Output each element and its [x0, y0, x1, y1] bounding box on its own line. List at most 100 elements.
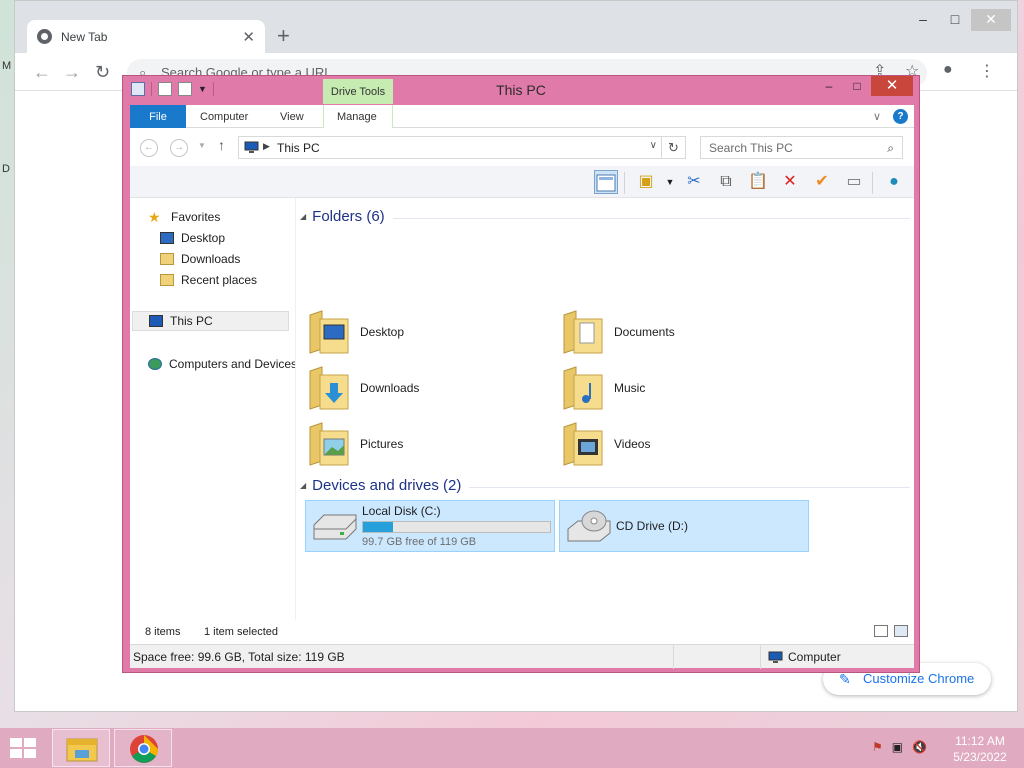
folder-music[interactable]: Music	[562, 362, 645, 414]
back-arrow-icon[interactable]: ←	[33, 62, 51, 83]
rename-icon[interactable]: ✔	[810, 170, 834, 194]
desktop-icon	[160, 232, 174, 244]
collapse-arrow-icon[interactable]: ◢	[300, 481, 306, 490]
drive-c-usage-fill	[363, 522, 393, 532]
folders-group-label: Folders (6)	[312, 208, 385, 225]
expand-ribbon-icon[interactable]: ∨	[873, 110, 881, 123]
drive-c-free-space: 99.7 GB free of 119 GB	[362, 536, 477, 548]
search-input[interactable]: Search This PC ⌕	[700, 136, 903, 159]
explorer-window: ▼ Drive Tools This PC – □ ✕ File Compute…	[122, 75, 920, 673]
properties-icon[interactable]: ▭	[842, 170, 866, 194]
nav-recent-places[interactable]: Recent places	[160, 270, 295, 290]
taskbar-file-explorer[interactable]	[52, 729, 110, 767]
tab-manage[interactable]: Manage	[337, 105, 377, 128]
folder-documents[interactable]: Documents	[562, 306, 675, 358]
profile-avatar-icon[interactable]: ●	[943, 61, 953, 79]
cut-icon[interactable]: ✂	[682, 170, 706, 194]
recent-places-icon	[160, 274, 174, 286]
network-globe-icon[interactable]: ●	[882, 170, 906, 194]
minimize-button[interactable]: –	[815, 76, 843, 96]
maximize-button[interactable]: □	[939, 9, 971, 31]
nav-network-label: Computers and Devices	[169, 357, 295, 371]
explorer-content: ★ Favorites Desktop Downloads Recent pla…	[130, 198, 914, 620]
nav-desktop[interactable]: Desktop	[160, 228, 295, 248]
hard-drive-icon	[313, 514, 357, 540]
action-center-flag-icon[interactable]: ⚑	[872, 740, 883, 754]
devices-group-header[interactable]: ◢ Devices and drives (2)	[300, 477, 910, 494]
paste-icon[interactable]: 📋	[746, 170, 770, 194]
network-status-icon[interactable]: ▣	[892, 740, 903, 754]
desktop-folder-icon	[309, 310, 349, 354]
drive-c-usage-bar	[362, 521, 551, 533]
close-button[interactable]: ✕	[971, 9, 1011, 31]
tab-view[interactable]: View	[280, 105, 304, 128]
volume-muted-icon[interactable]: 🔇	[912, 740, 927, 754]
group-divider	[392, 217, 910, 219]
forward-button[interactable]: →	[170, 139, 188, 157]
tab-close-icon[interactable]: ✕	[242, 28, 255, 46]
nav-recent-label: Recent places	[181, 273, 258, 287]
minimize-button[interactable]: –	[907, 9, 939, 31]
chrome-icon	[130, 735, 158, 763]
videos-folder-icon	[563, 422, 603, 466]
item-count: 8 items	[145, 626, 181, 638]
desktop-glyph-d: D	[2, 163, 10, 175]
status-bar: 8 items 1 item selected	[130, 620, 914, 644]
explorer-titlebar[interactable]: ▼ Drive Tools This PC – □ ✕	[123, 76, 919, 104]
folder-videos[interactable]: Videos	[562, 418, 650, 470]
drive-d-name: CD Drive (D:)	[616, 519, 688, 533]
folder-desktop[interactable]: Desktop	[308, 306, 404, 358]
clock[interactable]: 11:12 AM 5/23/2022	[946, 733, 1014, 765]
recent-locations-icon[interactable]: ▼	[198, 141, 206, 150]
file-explorer-icon	[66, 738, 98, 762]
collapse-arrow-icon[interactable]: ◢	[300, 212, 306, 221]
cd-drive-icon	[567, 510, 611, 542]
start-button[interactable]	[10, 738, 38, 760]
folders-group-header[interactable]: ◢ Folders (6)	[300, 208, 910, 225]
chrome-tab-new-tab[interactable]: New Tab ✕	[27, 20, 265, 53]
devices-group-label: Devices and drives (2)	[312, 477, 462, 494]
reload-icon[interactable]: ↻	[95, 62, 110, 83]
forward-arrow-icon[interactable]: →	[63, 62, 81, 83]
ribbon-tabs: File Computer View Manage ∨ ?	[130, 105, 914, 128]
folder-pictures-label: Pictures	[360, 437, 404, 451]
large-icons-view-icon[interactable]	[894, 625, 908, 637]
command-separator	[624, 172, 625, 194]
address-bar[interactable]: ▶ This PC ∨	[238, 136, 662, 159]
back-button[interactable]: ←	[140, 139, 158, 157]
details-view-icon[interactable]	[874, 625, 888, 637]
tab-computer[interactable]: Computer	[200, 105, 248, 128]
nav-desktop-label: Desktop	[181, 231, 226, 245]
nav-network[interactable]: Computers and Devices	[148, 354, 295, 374]
maximize-button[interactable]: □	[843, 76, 871, 96]
nav-this-pc[interactable]: This PC	[132, 311, 289, 331]
folder-videos-label: Videos	[614, 437, 651, 451]
folder-desktop-label: Desktop	[360, 325, 405, 339]
refresh-icon[interactable]: ↻	[662, 136, 686, 159]
drive-local-disk-c[interactable]: Local Disk (C:) 99.7 GB free of 119 GB	[305, 500, 555, 552]
chrome-window-controls: – □ ✕	[907, 9, 1011, 31]
address-dropdown-icon[interactable]: ∨	[650, 140, 657, 151]
desktop-glyph-m: M	[2, 60, 12, 72]
dropdown-icon[interactable]: ▼	[658, 170, 682, 194]
folder-downloads[interactable]: Downloads	[308, 362, 419, 414]
help-icon[interactable]: ?	[893, 109, 908, 124]
preview-pane-icon[interactable]	[594, 170, 618, 194]
delete-icon[interactable]: ✕	[778, 170, 802, 194]
breadcrumb-chevron-icon[interactable]: ▶	[263, 141, 270, 152]
up-arrow-icon[interactable]: ↑	[218, 137, 225, 153]
window-title: This PC	[496, 82, 546, 98]
main-pane: ◢ Folders (6) Desktop Documents Download…	[296, 198, 914, 620]
nav-downloads[interactable]: Downloads	[160, 249, 295, 269]
folder-options-icon[interactable]: ▣	[634, 170, 658, 194]
drive-cd-d[interactable]: CD Drive (D:)	[559, 500, 809, 552]
nav-favorites[interactable]: ★ Favorites	[148, 207, 295, 227]
details-bar: Space free: 99.6 GB, Total size: 119 GB …	[130, 644, 914, 669]
copy-icon[interactable]: ⧉	[714, 170, 738, 194]
taskbar-chrome[interactable]	[114, 729, 172, 767]
tab-file[interactable]: File	[130, 105, 186, 128]
chrome-menu-icon[interactable]: ⋮	[979, 61, 995, 81]
folder-pictures[interactable]: Pictures	[308, 418, 403, 470]
close-button[interactable]: ✕	[871, 76, 913, 96]
new-tab-button[interactable]: +	[277, 23, 290, 49]
